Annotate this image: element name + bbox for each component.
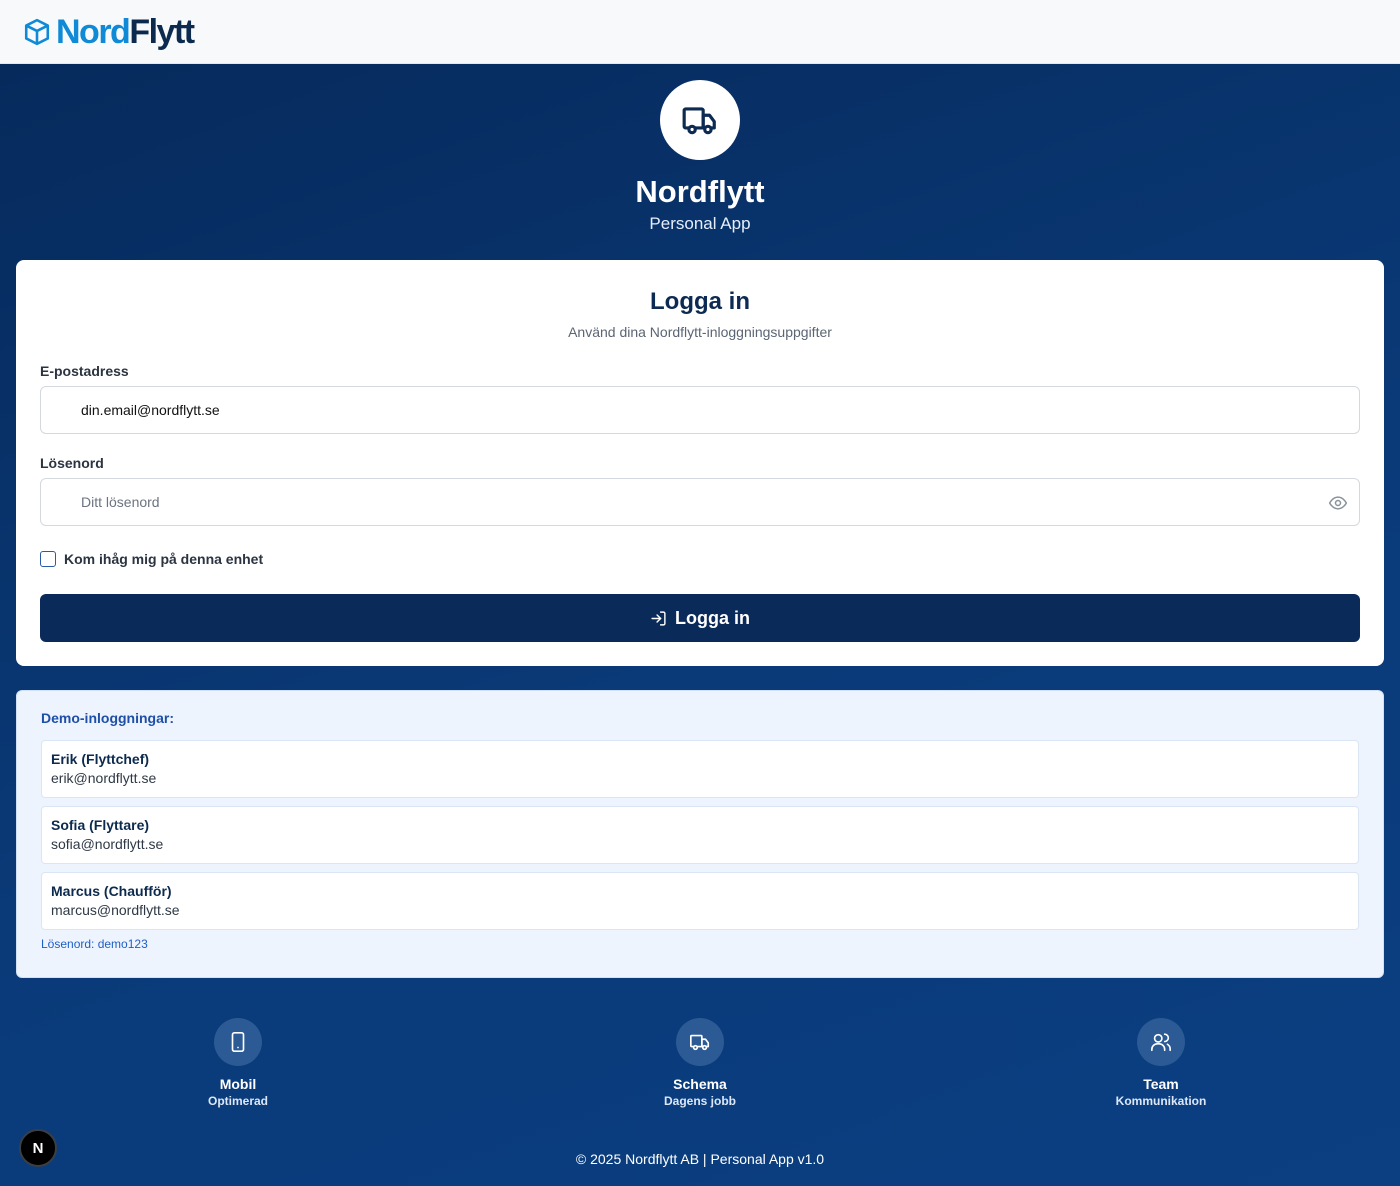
dev-tools-badge-label: N [32,1139,44,1157]
email-label: E-postadress [40,363,129,379]
login-card: Logga in Använd dina Nordflytt-inloggnin… [16,260,1384,666]
smartphone-icon [231,1032,245,1052]
login-title: Logga in [650,288,750,315]
brand-name: NordFlytt [56,12,195,51]
demo-account-email: erik@nordflytt.se [51,770,157,786]
users-icon [1151,1033,1171,1052]
truck-icon [690,1034,710,1051]
feature-title: Team [1143,1076,1179,1092]
demo-account-name: Erik (Flyttchef) [51,751,150,767]
feature-schedule: Schema Dagens jobb [610,1018,790,1108]
feature-icon-circle [1137,1018,1185,1066]
truck-icon [682,107,716,135]
email-input[interactable] [40,386,1360,434]
demo-account-marcus[interactable]: Marcus (Chaufför) marcus@nordflytt.se [41,872,1359,930]
feature-title: Mobil [219,1076,257,1092]
eye-icon[interactable] [1328,493,1348,513]
hero-title: Nordflytt [635,174,765,209]
footer-copyright: © 2025 Nordflytt AB | Personal App v1.0 [575,1151,825,1167]
dev-tools-badge[interactable]: N [19,1129,57,1167]
login-button[interactable]: Logga in [40,594,1360,642]
login-button-label: Logga in [675,607,750,628]
feature-subtitle: Kommunikation [1115,1094,1207,1108]
demo-password-note: Lösenord: demo123 [41,937,148,951]
feature-subtitle: Optimerad [207,1094,268,1108]
remember-me-checkbox[interactable] [40,551,56,567]
demo-account-sofia[interactable]: Sofia (Flyttare) sofia@nordflytt.se [41,806,1359,864]
hero-logo-circle [660,80,740,160]
demo-logins-title: Demo-inloggningar: [41,710,174,726]
demo-account-email: sofia@nordflytt.se [51,836,164,852]
box-icon [24,18,50,45]
top-bar: NordFlytt [0,0,1400,64]
password-input[interactable] [40,478,1360,526]
remember-me-label: Kom ihåg mig på denna enhet [64,551,264,567]
demo-account-email: marcus@nordflytt.se [51,902,180,918]
demo-account-name: Marcus (Chaufför) [51,883,172,899]
log-in-icon [651,610,666,626]
demo-logins-panel: Demo-inloggningar: Erik (Flyttchef) erik… [16,690,1384,978]
brand-logo[interactable]: NordFlytt [24,12,195,51]
login-subtitle: Använd dina Nordflytt-inloggningsuppgift… [568,324,832,340]
brand-name-part1: Nord [56,12,131,51]
feature-team: Team Kommunikation [1071,1018,1251,1108]
brand-name-part2: Flytt [129,12,195,51]
remember-me-row[interactable]: Kom ihåg mig på denna enhet [40,551,263,567]
demo-account-erik[interactable]: Erik (Flyttchef) erik@nordflytt.se [41,740,1359,798]
feature-title: Schema [673,1076,727,1092]
feature-icon-circle [214,1018,262,1066]
feature-subtitle: Dagens jobb [663,1094,736,1108]
feature-icon-circle [676,1018,724,1066]
feature-mobile: Mobil Optimerad [148,1018,328,1108]
password-label: Lösenord [40,455,104,471]
demo-account-name: Sofia (Flyttare) [51,817,150,833]
hero-subtitle: Personal App [649,214,751,233]
